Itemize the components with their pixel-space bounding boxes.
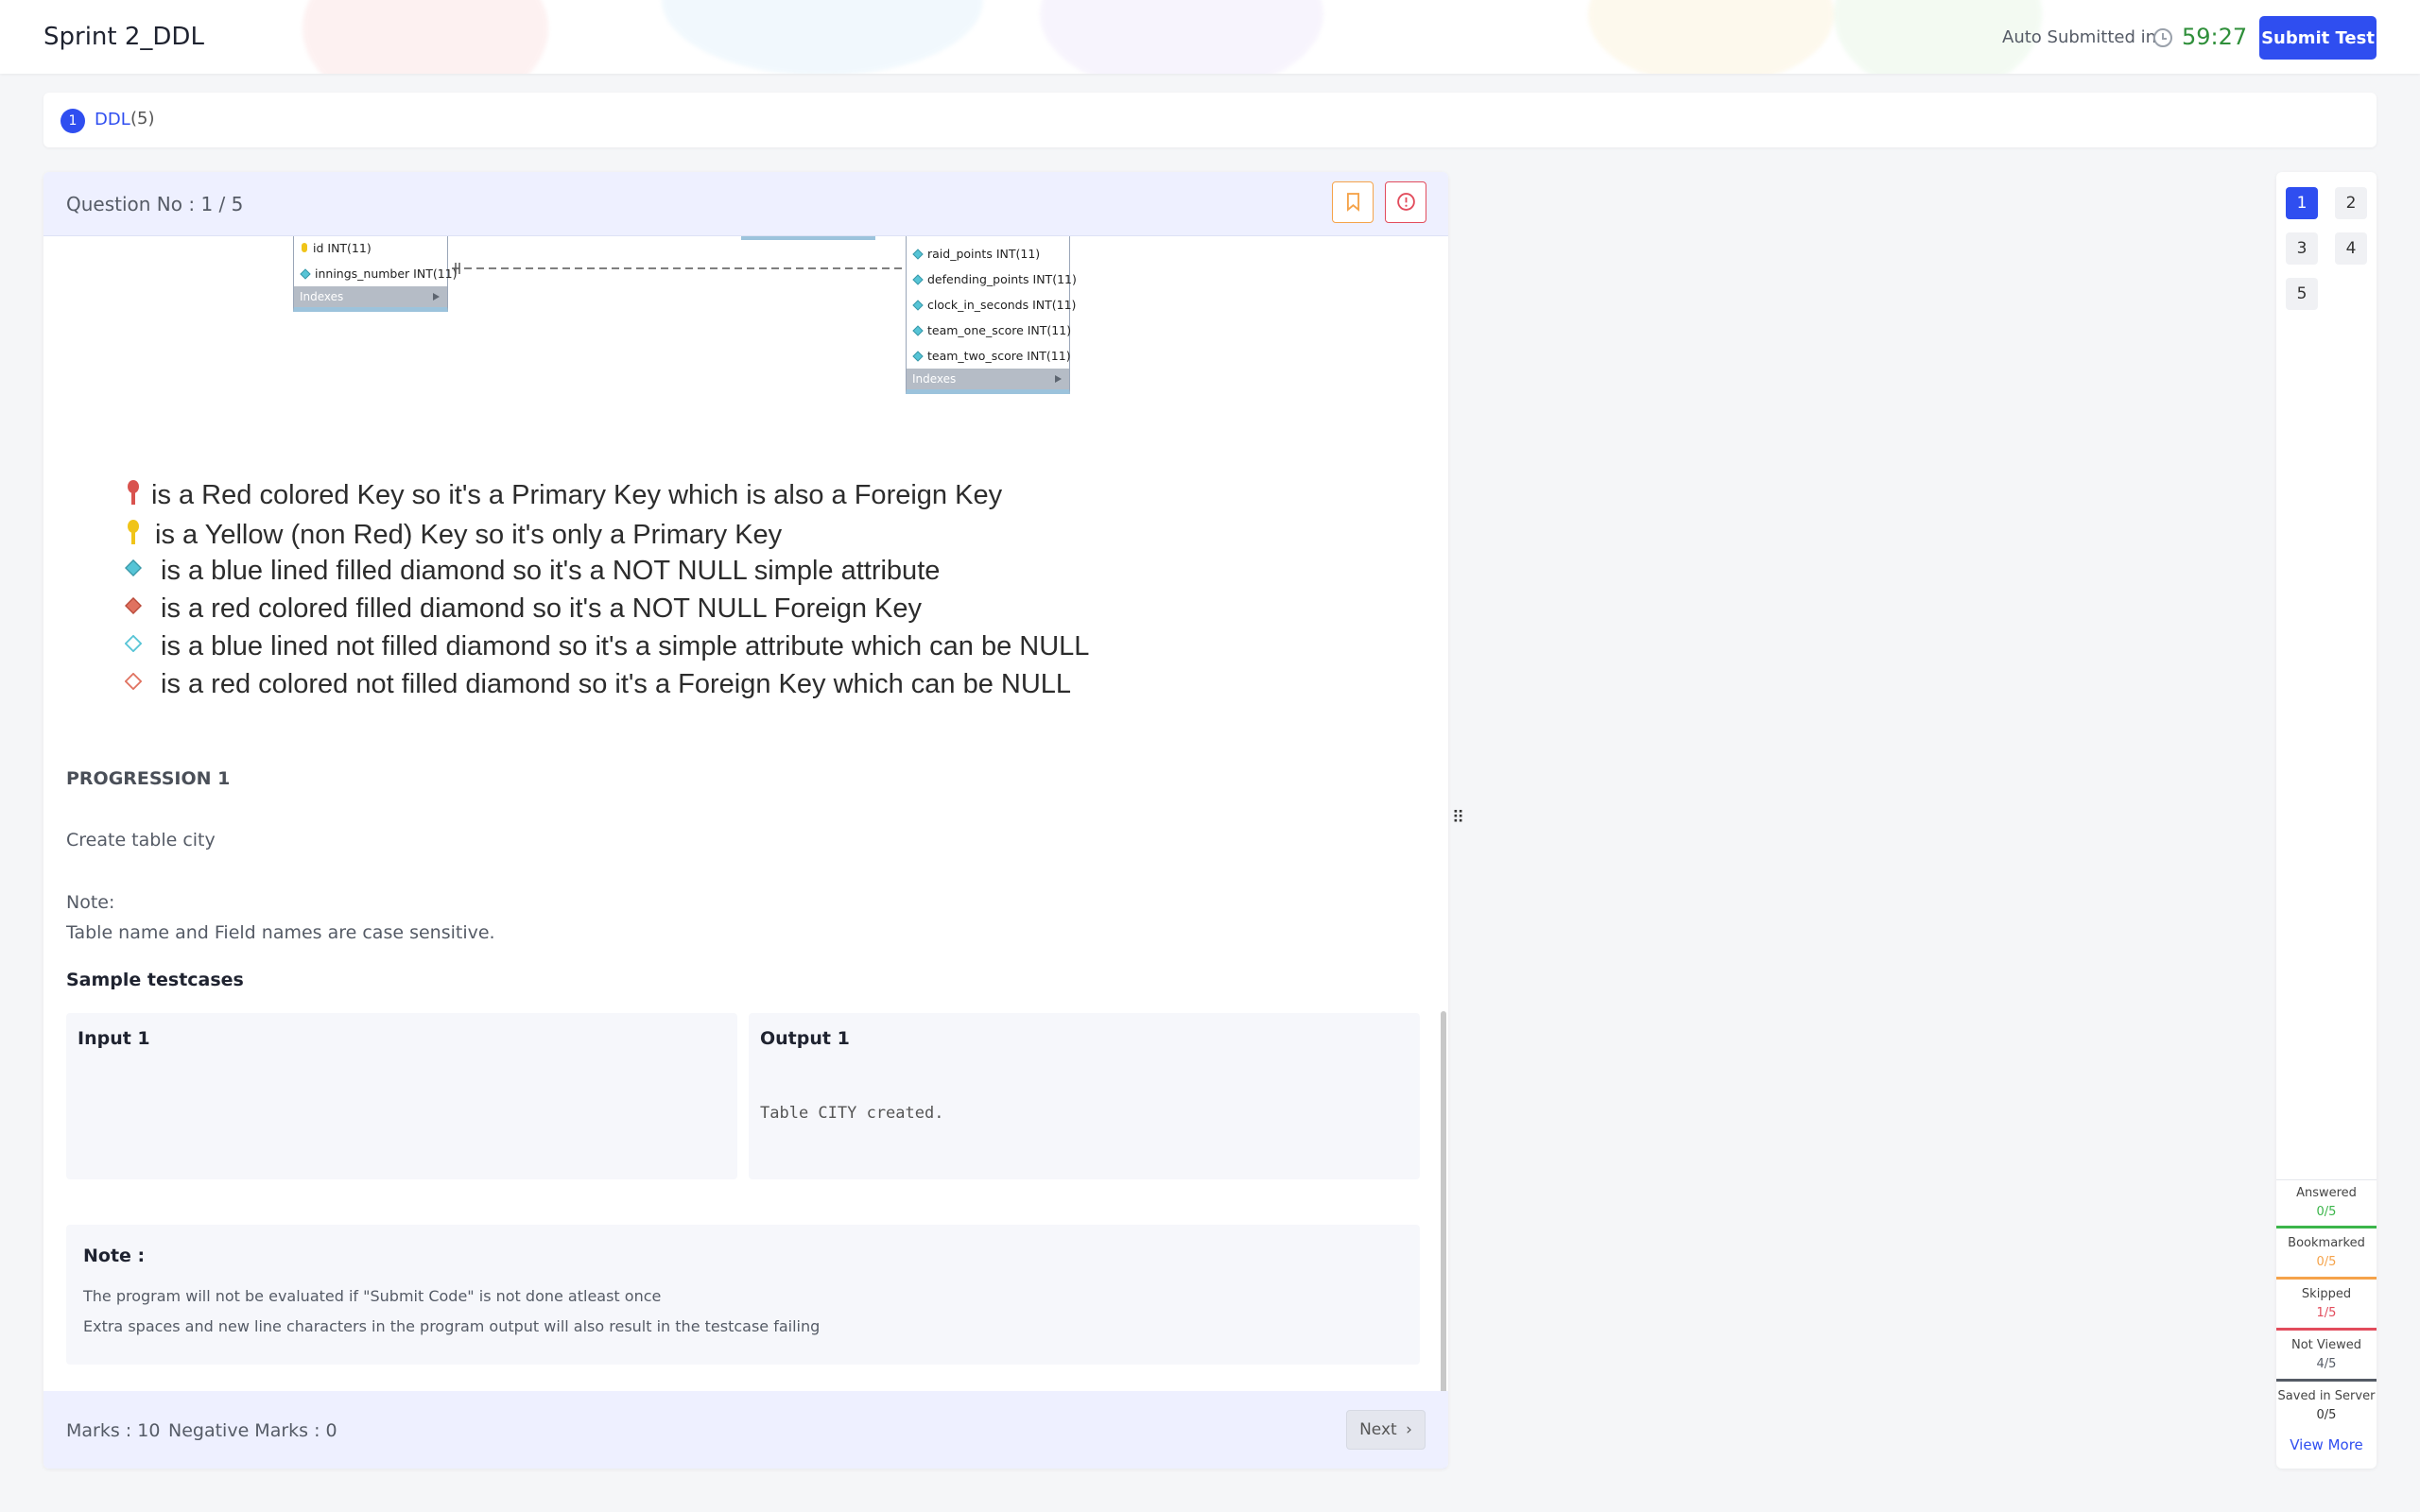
drag-handle-icon[interactable]: ⠿	[1452, 809, 1464, 828]
progression-title: PROGRESSION 1	[66, 768, 231, 789]
erd-indexes-label: Indexes	[294, 286, 447, 307]
legend-line: is a blue lined filled diamond so it's a…	[161, 556, 941, 586]
report-issue-button[interactable]	[1385, 181, 1426, 223]
stat-label: Skipped	[2301, 1287, 2352, 1301]
next-button[interactable]: Next ›	[1346, 1410, 1426, 1450]
section-question-count: (5)	[130, 109, 155, 129]
input-label: Input 1	[78, 1028, 150, 1049]
legend-line: is a blue lined not filled diamond so it…	[161, 631, 1090, 662]
question-body[interactable]: id INT(11) innings_number INT(11) Indexe…	[43, 236, 1448, 1374]
nav-question-3[interactable]: 3	[2286, 232, 2318, 265]
nav-question-2[interactable]: 2	[2335, 187, 2367, 219]
primary-key-icon	[302, 243, 307, 252]
blue-hollow-diamond-icon	[125, 635, 142, 652]
auto-submit-label: Auto Submitted in	[2002, 27, 2157, 47]
blue-filled-diamond-icon	[125, 559, 142, 576]
diamond-icon	[912, 325, 924, 336]
nav-question-5[interactable]: 5	[2286, 278, 2318, 310]
stat-value: 4/5	[2316, 1357, 2337, 1371]
stat-label: Not Viewed	[2290, 1338, 2361, 1352]
input-testcase-box: Input 1	[66, 1013, 737, 1179]
countdown-timer: 59:27	[2182, 24, 2248, 50]
erd-row: innings_number INT(11)	[294, 261, 458, 286]
stat-not-viewed: Not Viewed 4/5	[2276, 1332, 2377, 1382]
header-decoration	[302, 0, 548, 74]
erd-table-innings: id INT(11) innings_number INT(11) Indexe…	[293, 236, 458, 312]
erd-row: raid_points INT(11)	[907, 241, 1069, 266]
test-title: Sprint 2_DDL	[43, 23, 204, 51]
section-bar: 1 DDL (5)	[43, 93, 2377, 147]
submit-test-button[interactable]: Submit Test	[2259, 16, 2377, 60]
note-line: The program will not be evaluated if "Su…	[83, 1287, 662, 1305]
note-box-title: Note :	[83, 1246, 146, 1266]
stat-value: 0/5	[2316, 1205, 2337, 1219]
output-testcase-box: Output 1 Table CITY created.	[749, 1013, 1420, 1179]
stat-label: Saved in Server	[2277, 1389, 2376, 1403]
legend-line: is a Yellow (non Red) Key so it's only a…	[155, 520, 783, 550]
stat-value: 0/5	[2316, 1255, 2337, 1269]
erd-row: id INT(11)	[294, 236, 447, 261]
question-navigator: 1 2 3 4 5 Answered 0/5 Bookmarked 0/5 Sk…	[2276, 172, 2377, 1469]
stat-value: 1/5	[2316, 1306, 2337, 1320]
task-text: Create table city	[66, 830, 216, 850]
red-key-icon	[128, 480, 139, 505]
output-label: Output 1	[760, 1028, 850, 1049]
stat-bookmarked: Bookmarked 0/5	[2276, 1230, 2377, 1280]
output-value: Table CITY created.	[760, 1104, 944, 1123]
erd-row: defending_points INT(11)	[907, 266, 1077, 292]
erd-row: team_one_score INT(11)	[907, 318, 1071, 343]
marks-label: Marks : 10	[66, 1420, 161, 1441]
header-bar: Sprint 2_DDL Auto Submitted in 59:27 Sub…	[0, 0, 2420, 74]
red-filled-diamond-icon	[125, 597, 142, 614]
question-number: Question No : 1 / 5	[66, 193, 244, 215]
legend-line: is a Red colored Key so it's a Primary K…	[151, 480, 1003, 510]
question-panel: Question No : 1 / 5 id INT(11) innings_n…	[43, 172, 1448, 1469]
nav-question-4[interactable]: 4	[2335, 232, 2367, 265]
sample-testcases-title: Sample testcases	[66, 970, 244, 990]
stat-value: 0/5	[2316, 1408, 2337, 1422]
header-decoration	[1040, 0, 1323, 74]
red-hollow-diamond-icon	[125, 673, 142, 690]
legend-line: is a red colored not filled diamond so i…	[161, 669, 1072, 699]
question-footer: Marks : 10 Negative Marks : 0 Next ›	[43, 1391, 1448, 1469]
diamond-icon	[912, 274, 924, 285]
diamond-icon	[912, 351, 924, 362]
alert-circle-icon	[1396, 193, 1415, 211]
diamond-icon	[912, 249, 924, 260]
section-tab-ddl[interactable]: DDL	[95, 110, 130, 129]
erd-table-edge	[741, 236, 875, 240]
legend-line: is a red colored filled diamond so it's …	[161, 593, 923, 624]
section-index-badge: 1	[60, 109, 85, 133]
view-more-link[interactable]: View More	[2276, 1436, 2377, 1453]
stat-skipped: Skipped 1/5	[2276, 1281, 2377, 1331]
clock-icon	[2153, 28, 2172, 47]
stat-answered: Answered 0/5	[2276, 1179, 2377, 1228]
header-decoration	[1588, 0, 1834, 74]
erd-relationship-line	[452, 261, 952, 276]
note-line: Extra spaces and new line characters in …	[83, 1317, 821, 1335]
next-label: Next	[1359, 1420, 1397, 1439]
erd-row: team_two_score INT(11)	[907, 343, 1071, 369]
stat-label: Bookmarked	[2288, 1236, 2365, 1250]
erd-row: clock_in_seconds INT(11)	[907, 292, 1076, 318]
chevron-right-icon: ›	[1406, 1420, 1412, 1439]
question-header: Question No : 1 / 5	[43, 172, 1448, 236]
yellow-key-icon	[128, 520, 139, 544]
note-text: Table name and Field names are case sens…	[66, 922, 495, 943]
diamond-icon	[912, 300, 924, 311]
erd-indexes-label: Indexes	[907, 369, 1069, 389]
erd-table-match: raid_points INT(11) defending_points INT…	[906, 236, 1077, 394]
negative-marks-label: Negative Marks : 0	[168, 1420, 337, 1441]
note-label: Note:	[66, 892, 115, 913]
diamond-icon	[300, 268, 311, 280]
note-box: Note : The program will not be evaluated…	[66, 1225, 1420, 1365]
bookmark-icon	[1346, 193, 1359, 212]
header-decoration	[662, 0, 983, 74]
bookmark-button[interactable]	[1332, 181, 1374, 223]
stat-label: Answered	[2296, 1186, 2357, 1200]
stat-saved-in-server: Saved in Server 0/5	[2276, 1383, 2377, 1433]
nav-question-1[interactable]: 1	[2286, 187, 2318, 219]
